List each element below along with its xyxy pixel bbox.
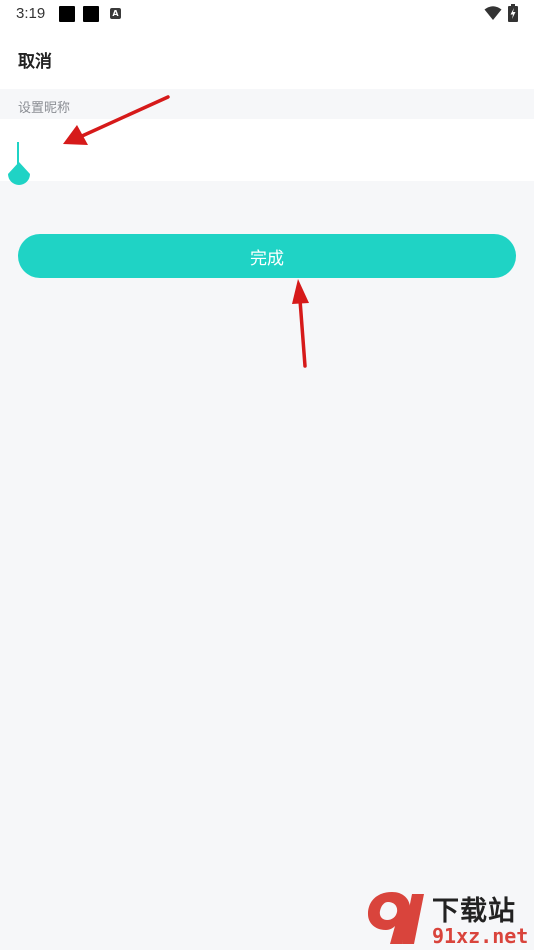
status-time: 3:19 — [16, 5, 46, 22]
watermark-cn-text: 下载站 — [432, 896, 516, 927]
battery-charging-icon — [508, 4, 518, 22]
status-bar: 3:19 A — [0, 0, 534, 28]
cancel-button[interactable]: 取消 — [18, 47, 52, 72]
watermark-en-text: 91xz.net — [432, 924, 529, 948]
top-bar: 取消 — [0, 28, 534, 89]
wifi-icon — [484, 6, 502, 20]
cursor-handle-icon[interactable] — [7, 162, 31, 188]
watermark-logo-icon — [368, 892, 424, 944]
app-notification-icon — [83, 6, 99, 22]
text-cursor — [17, 142, 19, 164]
watermark: 下载站 91xz.net — [362, 886, 534, 950]
app-notification-icon — [59, 6, 75, 22]
nickname-input[interactable] — [0, 119, 534, 181]
nickname-label: 设置昵称 — [18, 101, 71, 116]
a-letter-icon: A — [110, 8, 121, 19]
done-button[interactable]: 完成 — [18, 234, 516, 278]
